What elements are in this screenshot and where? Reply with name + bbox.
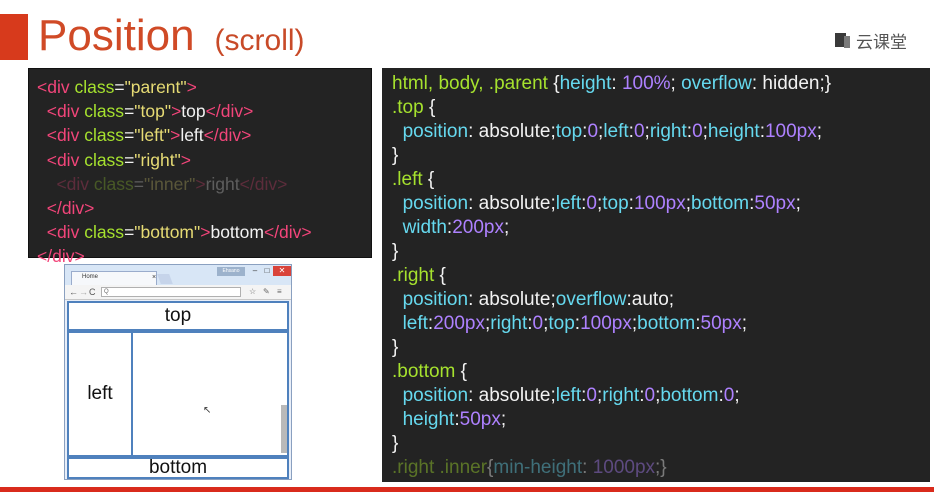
html-code-panel: <div class="parent"> <div class="top">to…	[28, 68, 372, 266]
slide-title-text: Position	[38, 11, 195, 60]
html-code-line: </div>	[46, 198, 95, 219]
mouse-cursor-icon: ↖	[203, 405, 212, 416]
search-icon: Q	[104, 289, 109, 295]
minimize-button[interactable]: –	[249, 266, 261, 276]
slide-title: Position (scroll)	[38, 10, 305, 67]
css-code-line: }	[392, 433, 399, 454]
logo-text: 云课堂	[856, 32, 907, 52]
html-code-line: <div class="top">top</div>	[46, 101, 254, 122]
brand-logo: 云课堂	[834, 30, 907, 52]
css-code-line: position: absolute;left:0;right:0;bottom…	[402, 385, 740, 406]
reload-icon[interactable]: C	[89, 286, 96, 298]
maximize-button[interactable]: □	[261, 266, 273, 276]
tools-icon[interactable]: ✎	[263, 286, 270, 298]
css-code-line: width:200px;	[402, 217, 510, 238]
html-code-line: <div class="inner">right</div>	[56, 173, 288, 194]
back-arrow-icon[interactable]: ←	[69, 286, 78, 298]
css-code-line: .right .inner{min-height: 1000px;}	[392, 457, 667, 478]
close-window-button[interactable]: ✕	[273, 266, 291, 276]
forward-arrow-icon[interactable]: →	[79, 286, 88, 298]
css-code-line: position: absolute;overflow:auto;	[402, 289, 675, 310]
browser-tab[interactable]: Home ×	[71, 271, 157, 285]
browser-viewport: top left ↖ bottom	[67, 301, 289, 479]
logo-icon	[834, 32, 850, 48]
profile-name-badge[interactable]: Ehsano	[217, 267, 245, 276]
bottom-box: bottom	[67, 457, 289, 479]
html-code-line: <div class="bottom">bottom</div>	[46, 222, 312, 243]
right-scroll-box: ↖	[131, 331, 289, 457]
tab-close-icon[interactable]: ×	[152, 274, 156, 281]
title-accent-bar	[0, 14, 28, 60]
css-code-line: position: absolute;top:0;left:0;right:0;…	[402, 121, 823, 142]
css-code-line: .bottom {	[392, 361, 468, 382]
top-box: top	[67, 301, 289, 331]
browser-toolbar: ← → C Q ☆ ✎ ≡	[65, 285, 291, 300]
css-code-line: }	[392, 337, 399, 358]
css-code-line: position: absolute;left:0;top:100px;bott…	[402, 193, 801, 214]
bottom-accent-bar	[0, 487, 934, 492]
slide-subtitle: (scroll)	[214, 24, 305, 57]
browser-titlebar: Home × Ehsano – □ ✕	[65, 265, 291, 285]
css-code-line: }	[392, 145, 399, 166]
left-box: left	[67, 331, 133, 457]
new-tab-button[interactable]	[157, 274, 173, 284]
bookmark-star-icon[interactable]: ☆	[249, 286, 256, 298]
scrollbar-thumb[interactable]	[281, 405, 287, 453]
menu-icon[interactable]: ≡	[277, 286, 282, 298]
css-code-line: height:50px;	[402, 409, 507, 430]
html-code-line: <div class="left">left</div>	[46, 125, 252, 146]
css-code-line: .top {	[392, 97, 436, 118]
tab-title: Home	[82, 274, 99, 280]
html-code-line: <div class="right">	[46, 149, 191, 170]
address-bar[interactable]: Q	[101, 287, 241, 297]
css-code-panel: html, body, .parent {height: 100%; overf…	[382, 68, 930, 482]
css-code-line: left:200px;right:0;top:100px;bottom:50px…	[402, 313, 747, 334]
css-code-line: html, body, .parent {height: 100%; overf…	[392, 73, 832, 94]
css-code-line: }	[392, 241, 399, 262]
css-code-line: .right {	[392, 265, 446, 286]
browser-window: Home × Ehsano – □ ✕ ← → C Q ☆ ✎ ≡ top lef…	[64, 264, 292, 480]
html-code-line: <div class="parent">	[37, 77, 197, 97]
css-code-line: .left {	[392, 169, 435, 190]
